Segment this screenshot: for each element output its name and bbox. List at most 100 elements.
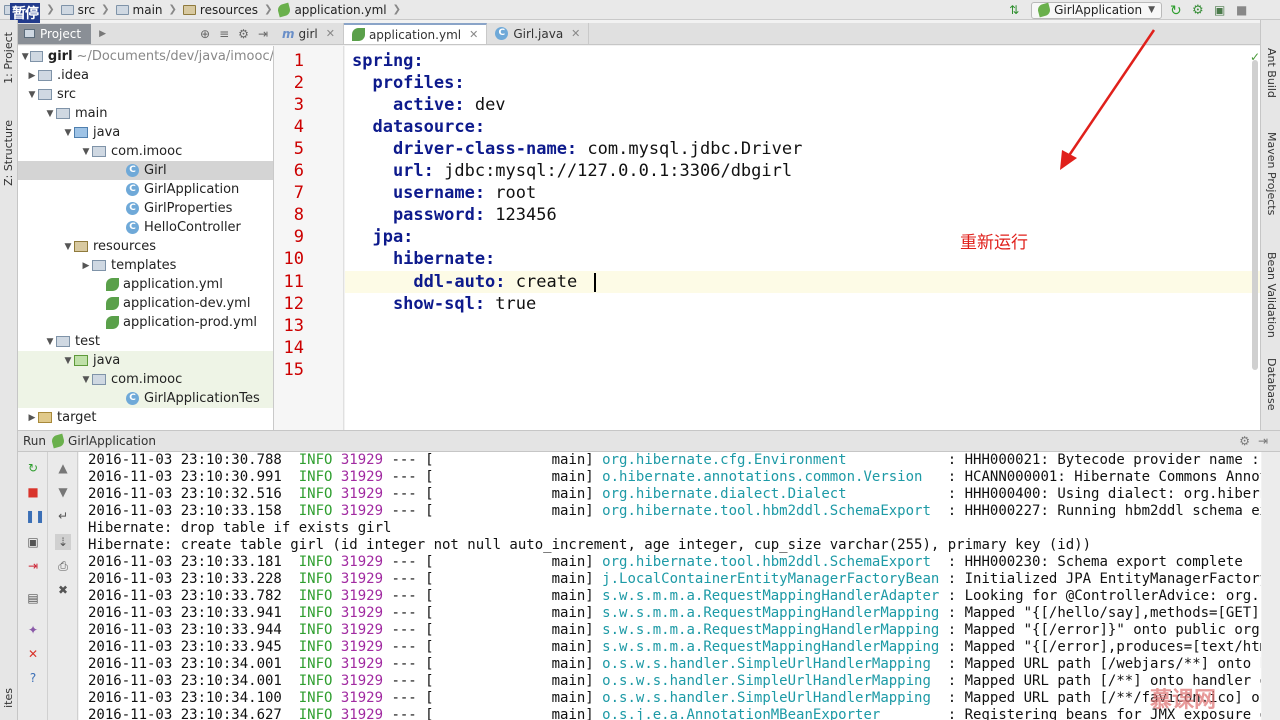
bean-validation-tool-tab[interactable]: Bean Validation	[1265, 252, 1278, 338]
close-icon[interactable]: ✕	[25, 646, 41, 662]
log-level: INFO	[298, 452, 333, 468]
project-view-selector[interactable]: Project	[18, 23, 92, 44]
tree-item-test-java[interactable]: ▼ java	[18, 351, 273, 370]
class-icon: C	[126, 202, 139, 215]
chevron-down-icon[interactable]: ▼	[26, 90, 38, 100]
tree-item-girl[interactable]: C Girl	[18, 161, 273, 180]
tab-girl-pom[interactable]: m girl ✕	[274, 23, 344, 44]
pin-icon[interactable]: ✦	[25, 622, 41, 638]
chevron-down-icon[interactable]: ▼	[44, 109, 56, 119]
breadcrumb-item-application-yml[interactable]: application.yml ❯	[277, 2, 401, 17]
log-logger: s.w.s.m.m.a.RequestMappingHandlerMapping	[602, 639, 940, 655]
maven-projects-tool-tab[interactable]: Maven Projects	[1265, 132, 1278, 215]
run-configuration-select[interactable]: GirlApplication ▼	[1031, 1, 1162, 19]
tree-item-application-prod-yml[interactable]: application-prod.yml	[18, 313, 273, 332]
log-thread: --- [ main]	[383, 571, 603, 587]
chevron-down-icon[interactable]: ▼	[44, 337, 56, 347]
tab-girl-java[interactable]: C Girl.java ✕	[487, 23, 590, 44]
close-icon[interactable]: ✕	[326, 27, 335, 40]
favorites-tool-tab[interactable]: ites	[2, 688, 15, 708]
log-message: : Mapped "{[/hello/say],methods=[GET]}" …	[947, 605, 1261, 621]
layout-icon[interactable]: ▤	[25, 590, 41, 606]
chevron-right-icon[interactable]: ▶	[26, 71, 38, 81]
coverage-icon[interactable]: ▣	[1214, 3, 1228, 17]
tree-item-idea[interactable]: ▶ .idea	[18, 66, 273, 85]
gear-icon[interactable]: ⚙	[1239, 434, 1250, 448]
tree-item-resources[interactable]: ▼ resources	[18, 237, 273, 256]
run-console[interactable]: 2016-11-03 23:10:30.788 INFO 31929 --- […	[79, 452, 1261, 720]
database-tool-tab[interactable]: Database	[1265, 358, 1278, 411]
debug-icon[interactable]: ⚙	[1192, 3, 1206, 18]
rerun-icon[interactable]: ↻	[25, 460, 41, 476]
trash-icon[interactable]: ✖	[55, 582, 71, 598]
structure-tool-tab[interactable]: Z: Structure	[2, 120, 15, 186]
tree-item-java[interactable]: ▼ java	[18, 123, 273, 142]
chevron-down-icon[interactable]: ▼	[62, 242, 74, 252]
line-number: 3	[293, 95, 304, 115]
tree-item-application-dev-yml[interactable]: application-dev.yml	[18, 294, 273, 313]
collapse-all-icon[interactable]: ≡	[219, 27, 229, 41]
yaml-value: create	[505, 272, 578, 292]
test-class-icon: C	[126, 392, 139, 405]
tree-item-src[interactable]: ▼ src	[18, 85, 273, 104]
dump-threads-icon[interactable]: ▣	[25, 534, 41, 550]
chevron-down-icon[interactable]: ▼	[80, 375, 92, 385]
chevron-right-icon[interactable]: ▶	[99, 29, 106, 39]
rerun-icon[interactable]: ↻	[1170, 3, 1184, 19]
tree-item-girlapplicationtests[interactable]: C GirlApplicationTes	[18, 389, 273, 408]
arrow-up-icon[interactable]: ▲	[55, 460, 71, 476]
tree-item-target[interactable]: ▶ target	[18, 408, 273, 427]
console-scrollbar[interactable]	[1262, 452, 1280, 720]
toolbar-right: ⇅ GirlApplication ▼ ↻ ⚙ ▣ ■	[1009, 0, 1280, 20]
close-icon[interactable]: ✕	[469, 28, 478, 41]
soft-wrap-icon[interactable]: ↵	[55, 508, 71, 524]
tree-item-test-package[interactable]: ▼ com.imooc	[18, 370, 273, 389]
tree-item-templates[interactable]: ▶ templates	[18, 256, 273, 275]
tree-item-hellocontroller[interactable]: C HelloController	[18, 218, 273, 237]
chevron-down-icon[interactable]: ▼	[62, 356, 74, 366]
console-log-line: 2016-11-03 23:10:33.158 INFO 31929 --- […	[88, 503, 1261, 520]
tree-item-root[interactable]: ▼ girl ~/Documents/dev/java/imooc/	[18, 47, 273, 66]
editor-scrollbar[interactable]	[1252, 60, 1258, 370]
help-icon[interactable]: ?	[25, 670, 41, 686]
tab-label: girl	[298, 26, 318, 41]
close-icon[interactable]: ✕	[571, 27, 580, 40]
chevron-down-icon[interactable]: ▼	[80, 147, 92, 157]
tab-application-yml[interactable]: application.yml ✕	[343, 23, 488, 44]
run-panel-title[interactable]: GirlApplication	[68, 434, 156, 448]
chevron-down-icon[interactable]: ▼	[62, 128, 74, 138]
exit-icon[interactable]: ⇥	[25, 558, 41, 574]
arrow-down-icon[interactable]: ▼	[55, 484, 71, 500]
tree-item-main[interactable]: ▼ main	[18, 104, 273, 123]
breadcrumb-item-resources[interactable]: resources ❯	[182, 3, 272, 17]
log-level: INFO	[298, 486, 333, 502]
console-log-line: 2016-11-03 23:10:33.945 INFO 31929 --- […	[88, 639, 1261, 656]
tree-item-test[interactable]: ▼ test	[18, 332, 273, 351]
hide-panel-icon[interactable]: ⇥	[258, 27, 268, 41]
tree-item-label: GirlApplication	[144, 182, 240, 197]
breadcrumb-item-src[interactable]: src ❯	[60, 3, 110, 17]
gear-icon[interactable]: ⚙	[238, 27, 249, 41]
log-message: : HHH000227: Running hbm2ddl schema expo…	[947, 503, 1261, 519]
yaml-value: 123456	[485, 205, 557, 225]
tree-item-package[interactable]: ▼ com.imooc	[18, 142, 273, 161]
chevron-right-icon[interactable]: ▶	[80, 261, 92, 271]
build-icon[interactable]: ⇅	[1009, 3, 1023, 17]
tree-item-girlapplication[interactable]: C GirlApplication	[18, 180, 273, 199]
ant-build-tool-tab[interactable]: Ant Build	[1265, 48, 1278, 98]
pause-icon[interactable]: ❚❚	[25, 508, 45, 524]
tree-item-label: com.imooc	[111, 144, 183, 159]
tree-item-girlproperties[interactable]: C GirlProperties	[18, 199, 273, 218]
stop-icon[interactable]: ■	[1236, 3, 1250, 17]
stop-icon[interactable]: ■	[25, 484, 41, 500]
breadcrumb-item-main[interactable]: main ❯	[115, 3, 177, 17]
hide-panel-icon[interactable]: ⇥	[1258, 434, 1268, 448]
chevron-down-icon[interactable]: ▼	[20, 52, 30, 62]
print-icon[interactable]: ⎙	[55, 558, 71, 574]
scroll-from-source-icon[interactable]: ⊕	[200, 27, 210, 41]
tab-label: Girl.java	[513, 26, 564, 41]
chevron-right-icon[interactable]: ▶	[26, 413, 38, 423]
scroll-to-end-icon[interactable]: ⇣	[55, 534, 71, 550]
project-tool-tab[interactable]: 1: Project	[2, 32, 15, 84]
tree-item-application-yml[interactable]: application.yml	[18, 275, 273, 294]
